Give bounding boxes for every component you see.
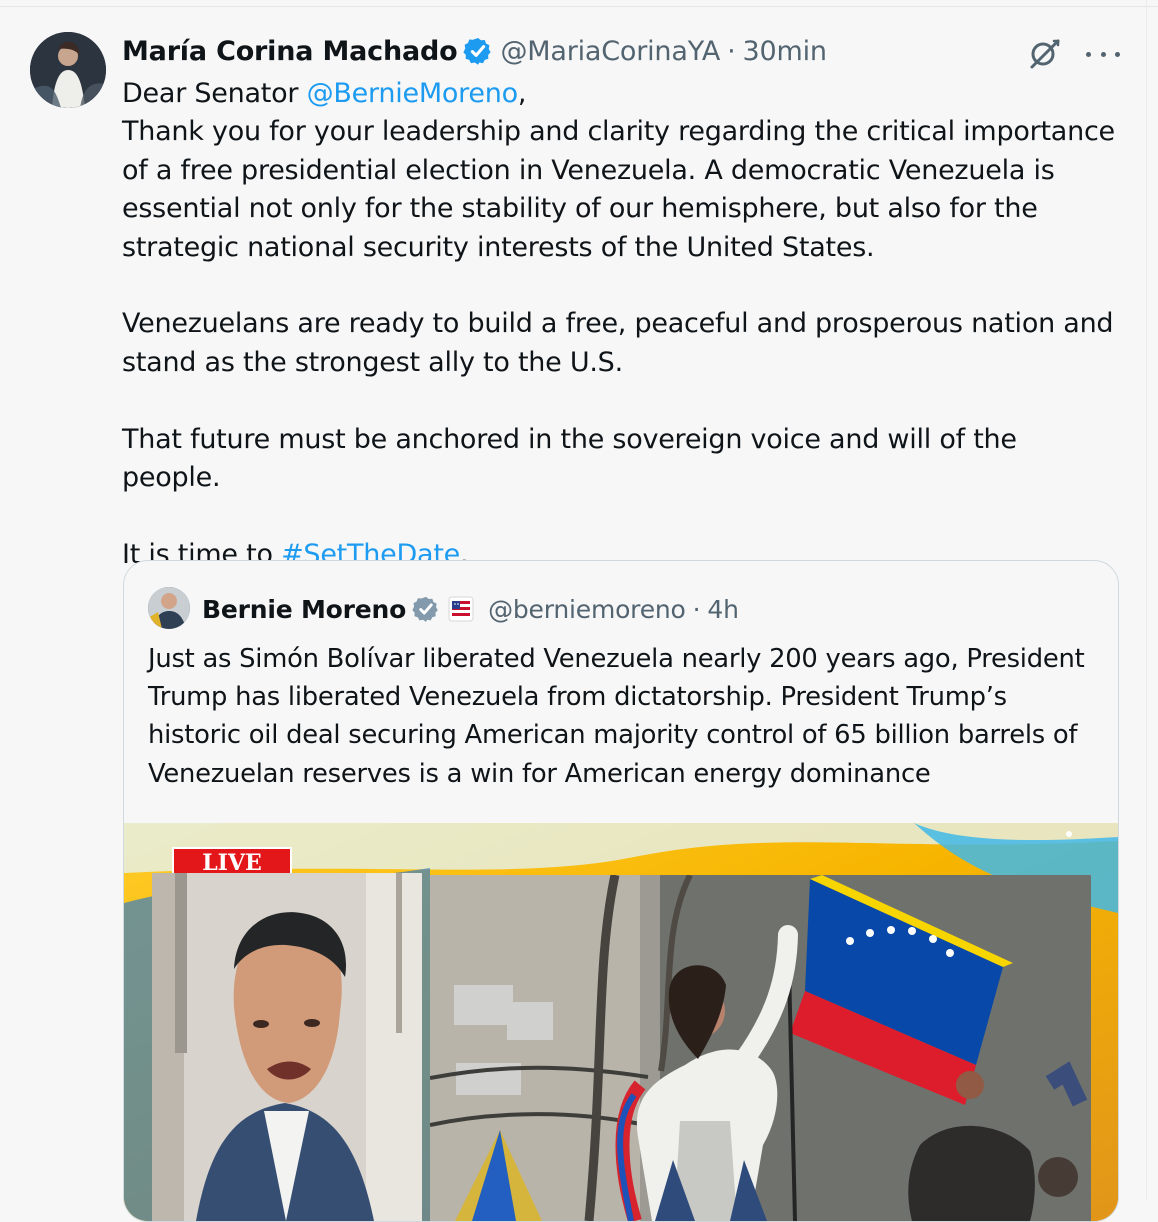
salutation-start: Dear Senator [122, 78, 307, 109]
author-name[interactable]: María Corina Machado [122, 36, 458, 67]
top-divider [0, 6, 1158, 7]
grok-icon[interactable] [1026, 34, 1064, 72]
tweet-time[interactable]: 30min [743, 36, 827, 67]
right-divider [1146, 0, 1147, 1200]
verified-badge-icon [463, 38, 492, 65]
paragraph-3: That future must be anchored in the sove… [122, 423, 1017, 494]
quoted-author-name[interactable]: Bernie Moreno [202, 595, 406, 624]
quoted-time-separator: · [692, 594, 701, 624]
bernie-moreno-avatar[interactable] [148, 587, 190, 629]
interview-person-image [152, 873, 422, 1221]
maria-corina-avatar[interactable] [30, 32, 106, 108]
salutation-end: , [517, 78, 527, 109]
more-dot-icon [1115, 51, 1120, 57]
rally-image [430, 875, 1091, 1221]
quoted-author-handle[interactable]: @berniemoreno [488, 595, 686, 624]
tweet-text: Dear Senator @BernieMoreno, Thank you fo… [122, 75, 1122, 574]
tweet-screenshot: María Corina Machado @MariaCorinaYA · 30… [0, 0, 1158, 1222]
more-options-icon[interactable] [1086, 49, 1120, 59]
avatar-image [148, 587, 190, 629]
paragraph-2: Venezuelans are ready to build a free, p… [122, 308, 1114, 378]
more-dot-icon [1086, 51, 1091, 57]
rally-video-panel [430, 875, 1091, 1221]
time-separator: · [727, 35, 736, 67]
mention-link[interactable]: @BernieMoreno [307, 78, 519, 109]
gray-verified-badge-icon [412, 596, 438, 622]
video-thumbnail[interactable]: LIVE [124, 823, 1118, 1221]
quoted-tweet-text: Just as Simón Bolívar liberated Venezuel… [148, 644, 1085, 789]
quoted-tweet-card[interactable]: Bernie Moreno @berniemoreno · 4h Just as… [123, 560, 1119, 1222]
author-handle[interactable]: @MariaCorinaYA [500, 36, 720, 67]
live-badge: LIVE [172, 847, 292, 876]
quoted-tweet-header: Bernie Moreno @berniemoreno · 4h [202, 589, 739, 629]
salutation-line: Dear Senator @BernieMoreno, [122, 75, 1122, 113]
american-flag-icon [448, 596, 474, 622]
quoted-tweet-time[interactable]: 4h [707, 595, 739, 624]
tweet-header: María Corina Machado @MariaCorinaYA · 30… [122, 31, 1062, 71]
more-dot-icon [1100, 51, 1106, 57]
avatar-image [30, 32, 106, 108]
interview-video-panel [152, 873, 422, 1221]
paragraph-1: Thank you for your leadership and clarit… [122, 116, 1115, 263]
